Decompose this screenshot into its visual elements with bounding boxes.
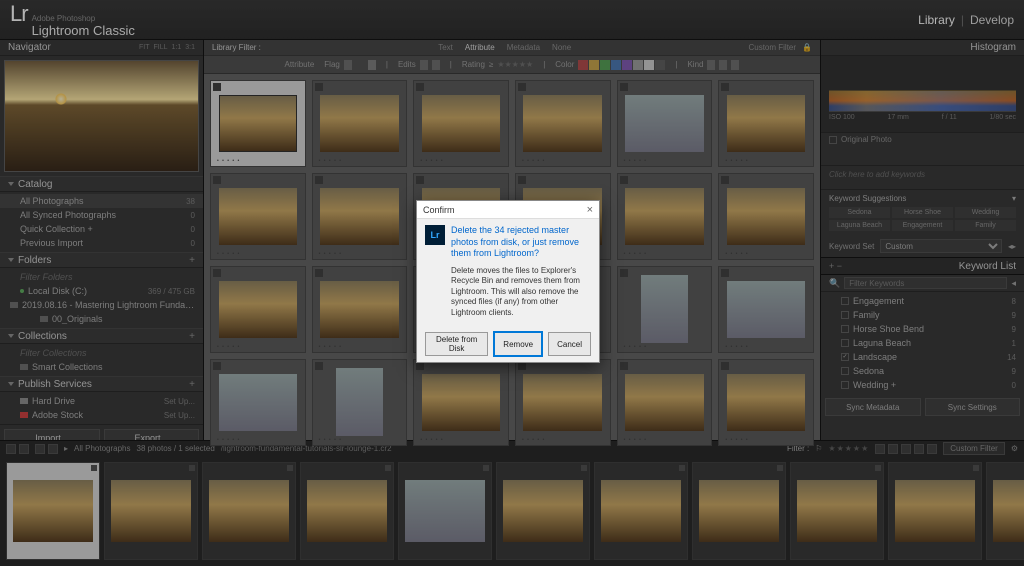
dialog-title-bar: Confirm × bbox=[417, 201, 599, 219]
cancel-button[interactable]: Cancel bbox=[548, 332, 591, 356]
delete-from-disk-button[interactable]: Delete from Disk bbox=[425, 332, 488, 356]
dialog-heading: Delete the 34 rejected master photos fro… bbox=[451, 225, 591, 260]
lightroom-icon: Lr bbox=[425, 225, 445, 245]
confirm-dialog: Confirm × Lr Delete the 34 rejected mast… bbox=[416, 200, 600, 363]
remove-button[interactable]: Remove bbox=[494, 332, 542, 356]
dialog-description: Delete moves the files to Explorer's Rec… bbox=[417, 266, 599, 326]
close-icon[interactable]: × bbox=[587, 204, 593, 216]
